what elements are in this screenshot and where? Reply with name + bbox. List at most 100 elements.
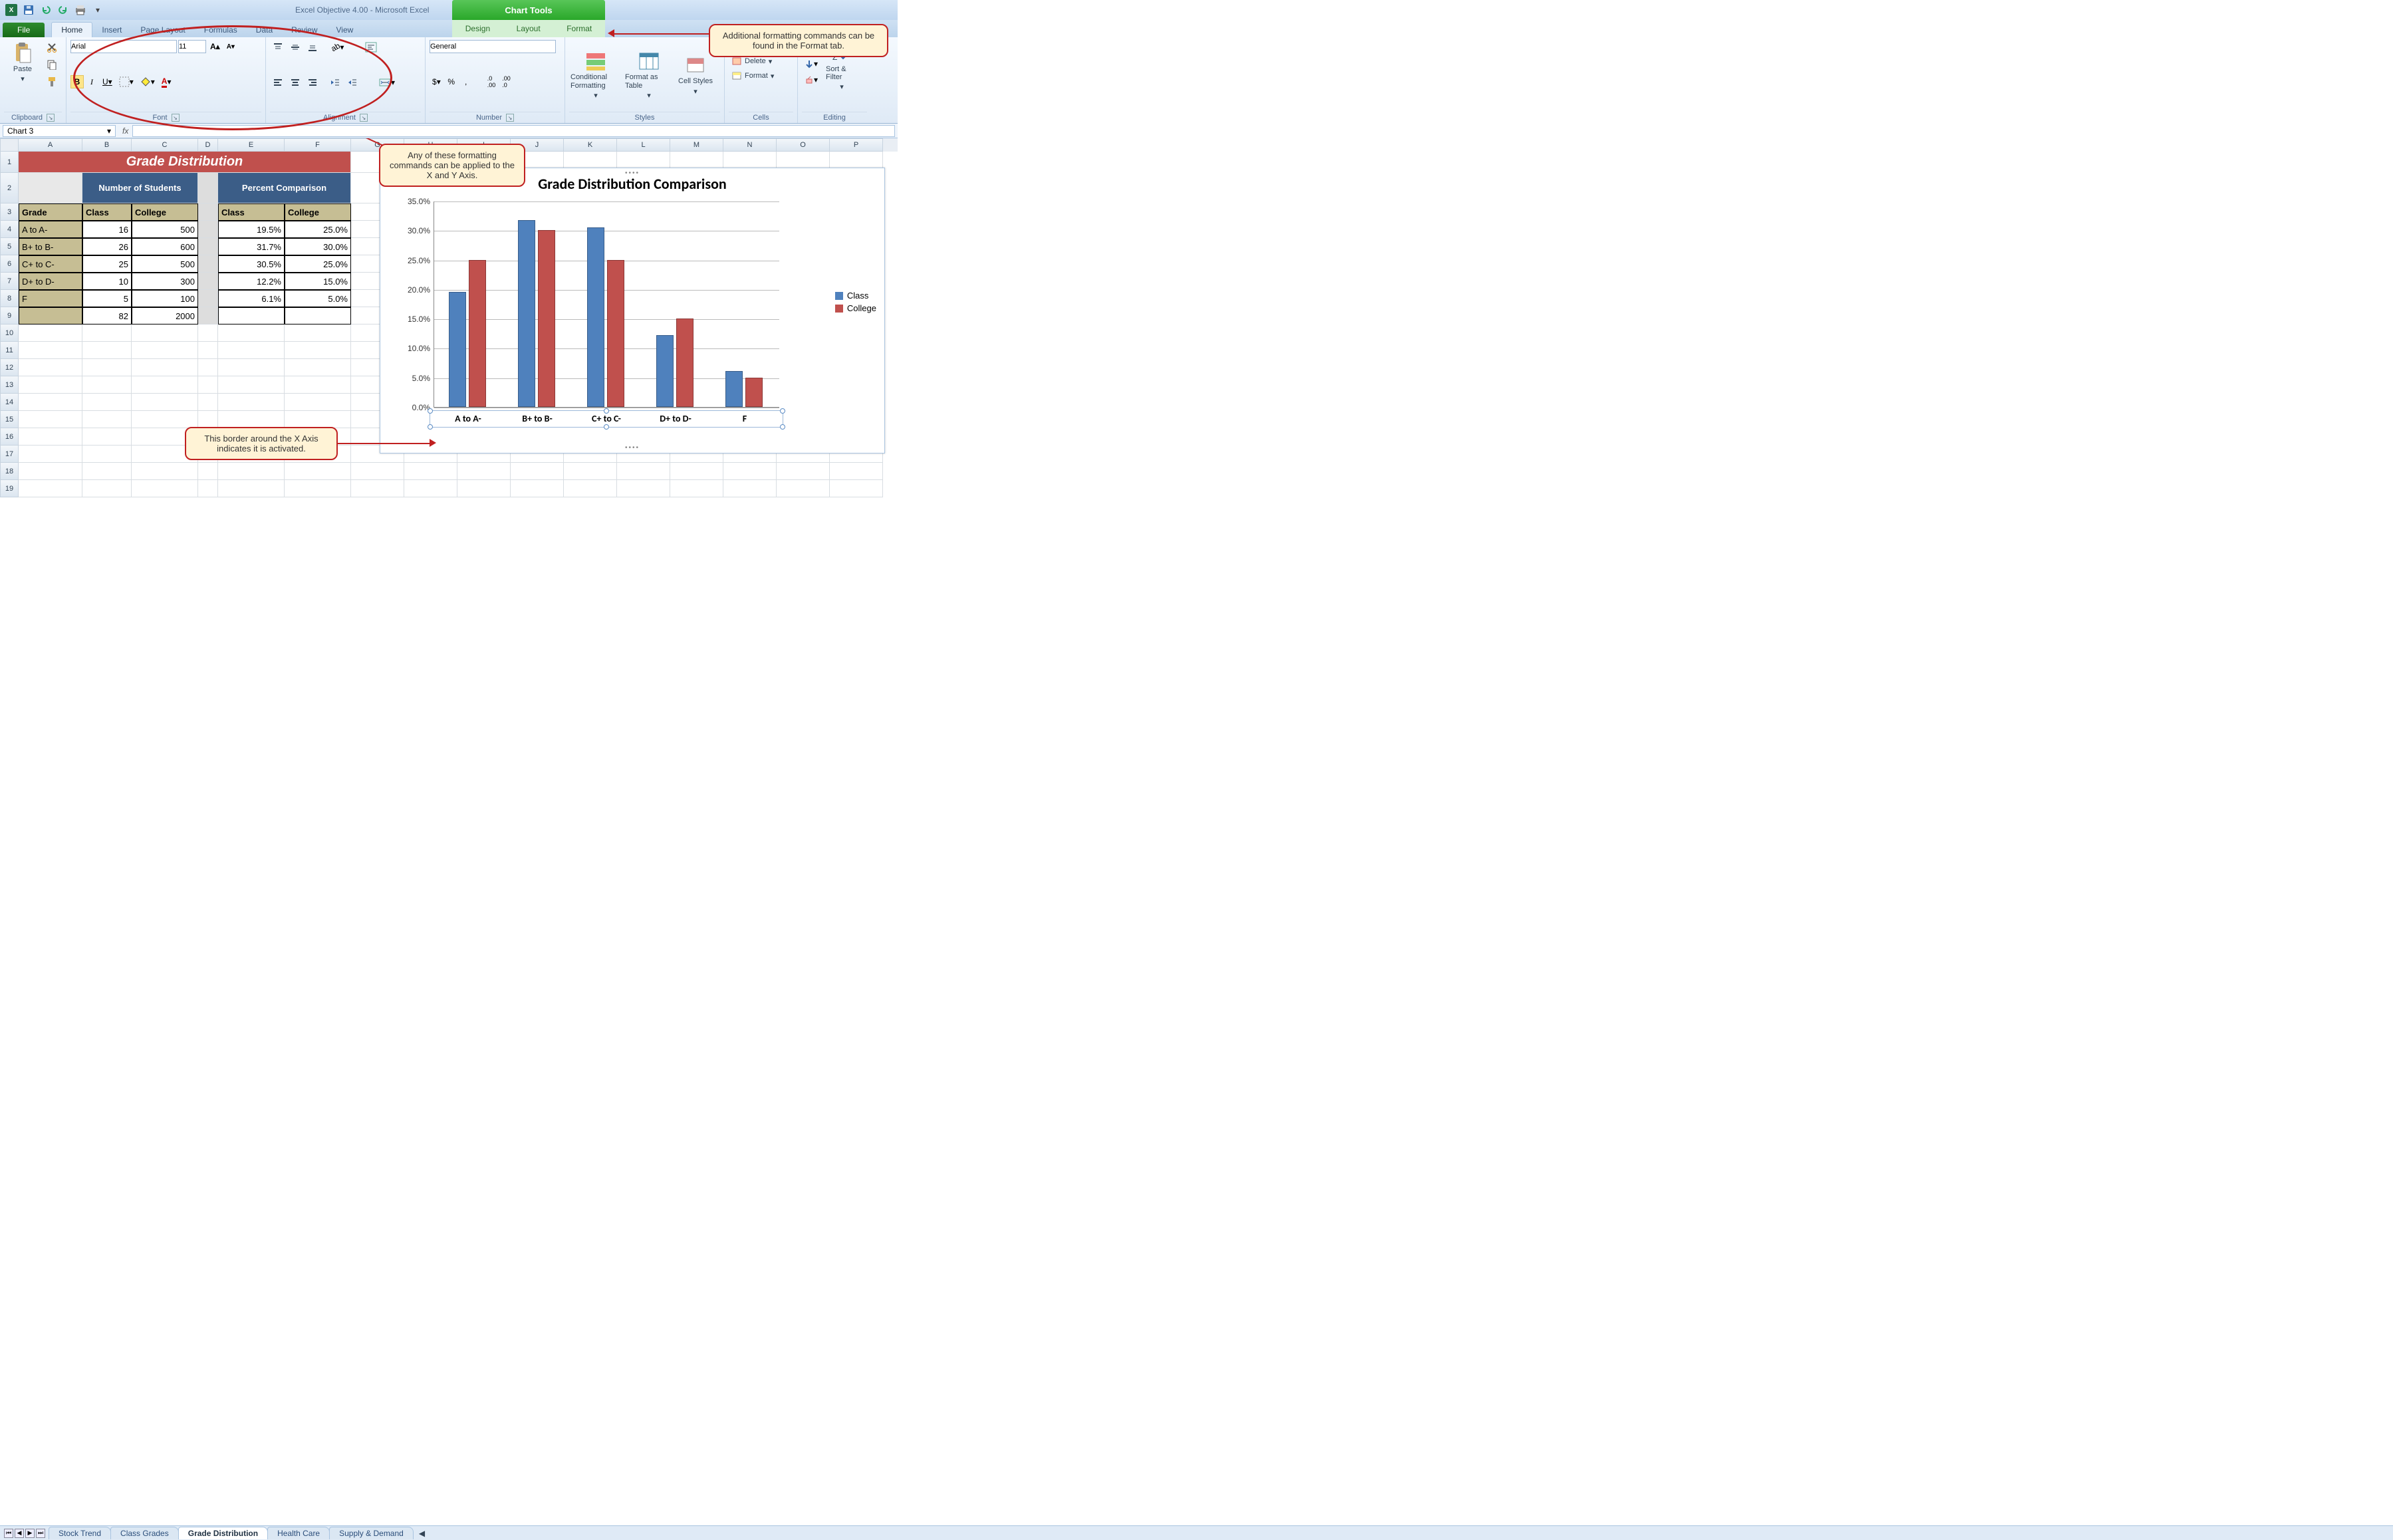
wrap-text-icon[interactable] <box>362 40 380 55</box>
tab-home[interactable]: Home <box>51 22 92 37</box>
cell-F11[interactable] <box>285 342 351 359</box>
align-right-icon[interactable] <box>305 75 320 90</box>
column-header-A[interactable]: A <box>19 138 82 152</box>
cell-D18[interactable] <box>198 463 218 480</box>
cell-A19[interactable] <box>19 480 82 497</box>
sheet-tab-supply-&-demand[interactable]: Supply & Demand <box>329 1527 414 1539</box>
cell-F18[interactable] <box>285 463 351 480</box>
column-header-K[interactable]: K <box>564 138 617 152</box>
x-axis-label[interactable]: D+ to D- <box>660 413 691 424</box>
number-dialog-launcher-icon[interactable]: ↘ <box>506 114 514 122</box>
cell-F19[interactable] <box>285 480 351 497</box>
bar-college-2[interactable] <box>607 260 624 407</box>
row-header-8[interactable]: 8 <box>0 290 19 307</box>
cell-B7[interactable]: 10 <box>82 273 132 290</box>
cell-A11[interactable] <box>19 342 82 359</box>
orientation-icon[interactable]: ab▾ <box>328 41 346 54</box>
row-header-1[interactable]: 1 <box>0 152 19 173</box>
italic-button[interactable]: I <box>85 75 98 89</box>
cell-D15[interactable] <box>198 411 218 428</box>
grow-font-icon[interactable]: A▴ <box>207 40 223 53</box>
cell-B14[interactable] <box>82 394 132 411</box>
cell-F9[interactable] <box>285 307 351 324</box>
cell-C6[interactable]: 500 <box>132 255 198 273</box>
cell-F14[interactable] <box>285 394 351 411</box>
row-header-4[interactable]: 4 <box>0 221 19 238</box>
cell-D7[interactable] <box>198 273 218 290</box>
cell-A9[interactable] <box>19 307 82 324</box>
clipboard-dialog-launcher-icon[interactable]: ↘ <box>47 114 55 122</box>
cell-B13[interactable] <box>82 376 132 394</box>
cell-D13[interactable] <box>198 376 218 394</box>
format-as-table-button[interactable]: Format as Table▾ <box>624 48 674 102</box>
column-header-F[interactable]: F <box>285 138 351 152</box>
cell-B15[interactable] <box>82 411 132 428</box>
cell-J18[interactable] <box>511 463 564 480</box>
row-header-17[interactable]: 17 <box>0 446 19 463</box>
cell-D8[interactable] <box>198 290 218 307</box>
cell-B12[interactable] <box>82 359 132 376</box>
undo-icon[interactable] <box>39 3 53 17</box>
cell-M19[interactable] <box>670 480 723 497</box>
sheet-nav-prev-icon[interactable]: ◀ <box>15 1529 24 1538</box>
cell-D9[interactable] <box>198 307 218 324</box>
cell-D12[interactable] <box>198 359 218 376</box>
bar-college-1[interactable] <box>538 230 555 407</box>
row-header-11[interactable]: 11 <box>0 342 19 359</box>
excel-app-icon[interactable]: X <box>4 3 19 17</box>
cell-C7[interactable]: 300 <box>132 273 198 290</box>
paste-dropdown-icon[interactable]: ▾ <box>21 74 25 83</box>
comma-format-icon[interactable]: , <box>459 75 473 88</box>
row-header-3[interactable]: 3 <box>0 203 19 221</box>
cell-A2[interactable] <box>19 173 82 203</box>
fx-icon[interactable]: fx <box>118 126 132 136</box>
sheet-nav-next-icon[interactable]: ▶ <box>25 1529 35 1538</box>
bar-class-3[interactable] <box>656 335 674 407</box>
cell-E7[interactable]: 12.2% <box>218 273 285 290</box>
column-header-C[interactable]: C <box>132 138 198 152</box>
increase-indent-icon[interactable] <box>344 75 360 90</box>
cell-D10[interactable] <box>198 324 218 342</box>
cell-B9[interactable]: 82 <box>82 307 132 324</box>
cell-B18[interactable] <box>82 463 132 480</box>
selection-handle[interactable] <box>780 408 785 414</box>
row-header-2[interactable]: 2 <box>0 173 19 203</box>
cell-C4[interactable]: 500 <box>132 221 198 238</box>
selection-handle[interactable] <box>780 424 785 430</box>
fill-color-icon[interactable]: ▾ <box>138 74 158 89</box>
decrease-decimal-icon[interactable]: .00.0 <box>499 73 513 90</box>
tab-insert[interactable]: Insert <box>92 23 131 37</box>
number-format-combo[interactable] <box>430 40 556 53</box>
cell-A17[interactable] <box>19 446 82 463</box>
cell-E6[interactable]: 30.5% <box>218 255 285 273</box>
row-header-7[interactable]: 7 <box>0 273 19 290</box>
sheet-nav-last-icon[interactable]: ⏭ <box>36 1529 45 1538</box>
cell-A13[interactable] <box>19 376 82 394</box>
accounting-format-icon[interactable]: $ ▾ <box>430 75 443 88</box>
cell-F13[interactable] <box>285 376 351 394</box>
name-box[interactable]: Chart 3▾ <box>3 125 116 137</box>
cell-A7[interactable]: D+ to D- <box>19 273 82 290</box>
chart-handle-top[interactable]: •••• <box>625 170 640 177</box>
row-header-6[interactable]: 6 <box>0 255 19 273</box>
cell-D4[interactable] <box>198 221 218 238</box>
plot-area[interactable]: 0.0%5.0%10.0%15.0%20.0%25.0%30.0%35.0% <box>434 201 779 408</box>
tab-layout[interactable]: Layout <box>511 21 546 36</box>
column-header-M[interactable]: M <box>670 138 723 152</box>
embedded-chart[interactable]: •••• Grade Distribution Comparison 0.0%5… <box>380 168 885 453</box>
column-header-E[interactable]: E <box>218 138 285 152</box>
cell-K18[interactable] <box>564 463 617 480</box>
cell-D14[interactable] <box>198 394 218 411</box>
decrease-indent-icon[interactable] <box>327 75 343 90</box>
legend-item-college[interactable]: College <box>835 303 876 313</box>
print-icon[interactable] <box>73 3 88 17</box>
column-header-N[interactable]: N <box>723 138 777 152</box>
column-header-L[interactable]: L <box>617 138 670 152</box>
legend-item-class[interactable]: Class <box>835 291 876 301</box>
cell-B6[interactable]: 25 <box>82 255 132 273</box>
cell-C18[interactable] <box>132 463 198 480</box>
cell-A6[interactable]: C+ to C- <box>19 255 82 273</box>
tab-data[interactable]: Data <box>247 23 282 37</box>
cell-E18[interactable] <box>218 463 285 480</box>
align-bottom-icon[interactable] <box>305 40 320 55</box>
